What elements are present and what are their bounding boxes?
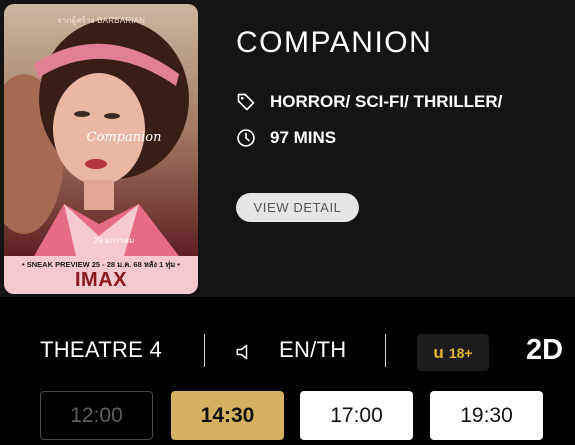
imax-logo: IMAX — [75, 269, 127, 291]
showtime-button[interactable]: 14:30 — [171, 391, 284, 440]
genre-text: HORROR/ SCI-FI/ THRILLER/ — [270, 92, 503, 111]
poster-tagline: จากผู้สร้าง BARBARIAN — [56, 16, 146, 25]
poster-strip: • SNEAK PREVIEW 25 - 28 ม.ค. 68 หลัง 1 ท… — [4, 256, 198, 294]
showtime-button[interactable]: 17:00 — [300, 391, 413, 440]
clock-icon — [237, 129, 255, 147]
showtime-button[interactable]: 12:00 — [40, 391, 153, 440]
showtime-button[interactable]: 19:30 — [430, 391, 543, 440]
rating-age: 18+ — [448, 344, 473, 361]
runtime-text: 97 MINS — [270, 128, 337, 147]
format-label: 2D — [526, 334, 564, 366]
movie-title: COMPANION — [236, 26, 433, 59]
poster-release-date: 29 มกราคม — [93, 236, 135, 245]
genre-row: HORROR/ SCI-FI/ THRILLER/ — [236, 92, 502, 112]
movie-card: จากผู้สร้าง BARBARIAN Companion 29 มกราค… — [0, 0, 575, 297]
movie-poster[interactable]: จากผู้สร้าง BARBARIAN Companion 29 มกราค… — [4, 4, 198, 294]
theatre-label: THEATRE 4 — [40, 337, 163, 362]
rating-prefix: u — [433, 342, 444, 362]
rating-badge: u 18+ — [417, 334, 489, 371]
speaker-icon — [236, 344, 248, 360]
poster-title: Companion — [86, 130, 162, 145]
divider — [204, 334, 205, 367]
tag-icon — [237, 93, 255, 111]
language-label: EN/TH — [279, 337, 347, 362]
runtime-row: 97 MINS — [236, 128, 336, 148]
view-detail-button[interactable]: VIEW DETAIL — [236, 193, 359, 222]
divider — [385, 334, 386, 367]
